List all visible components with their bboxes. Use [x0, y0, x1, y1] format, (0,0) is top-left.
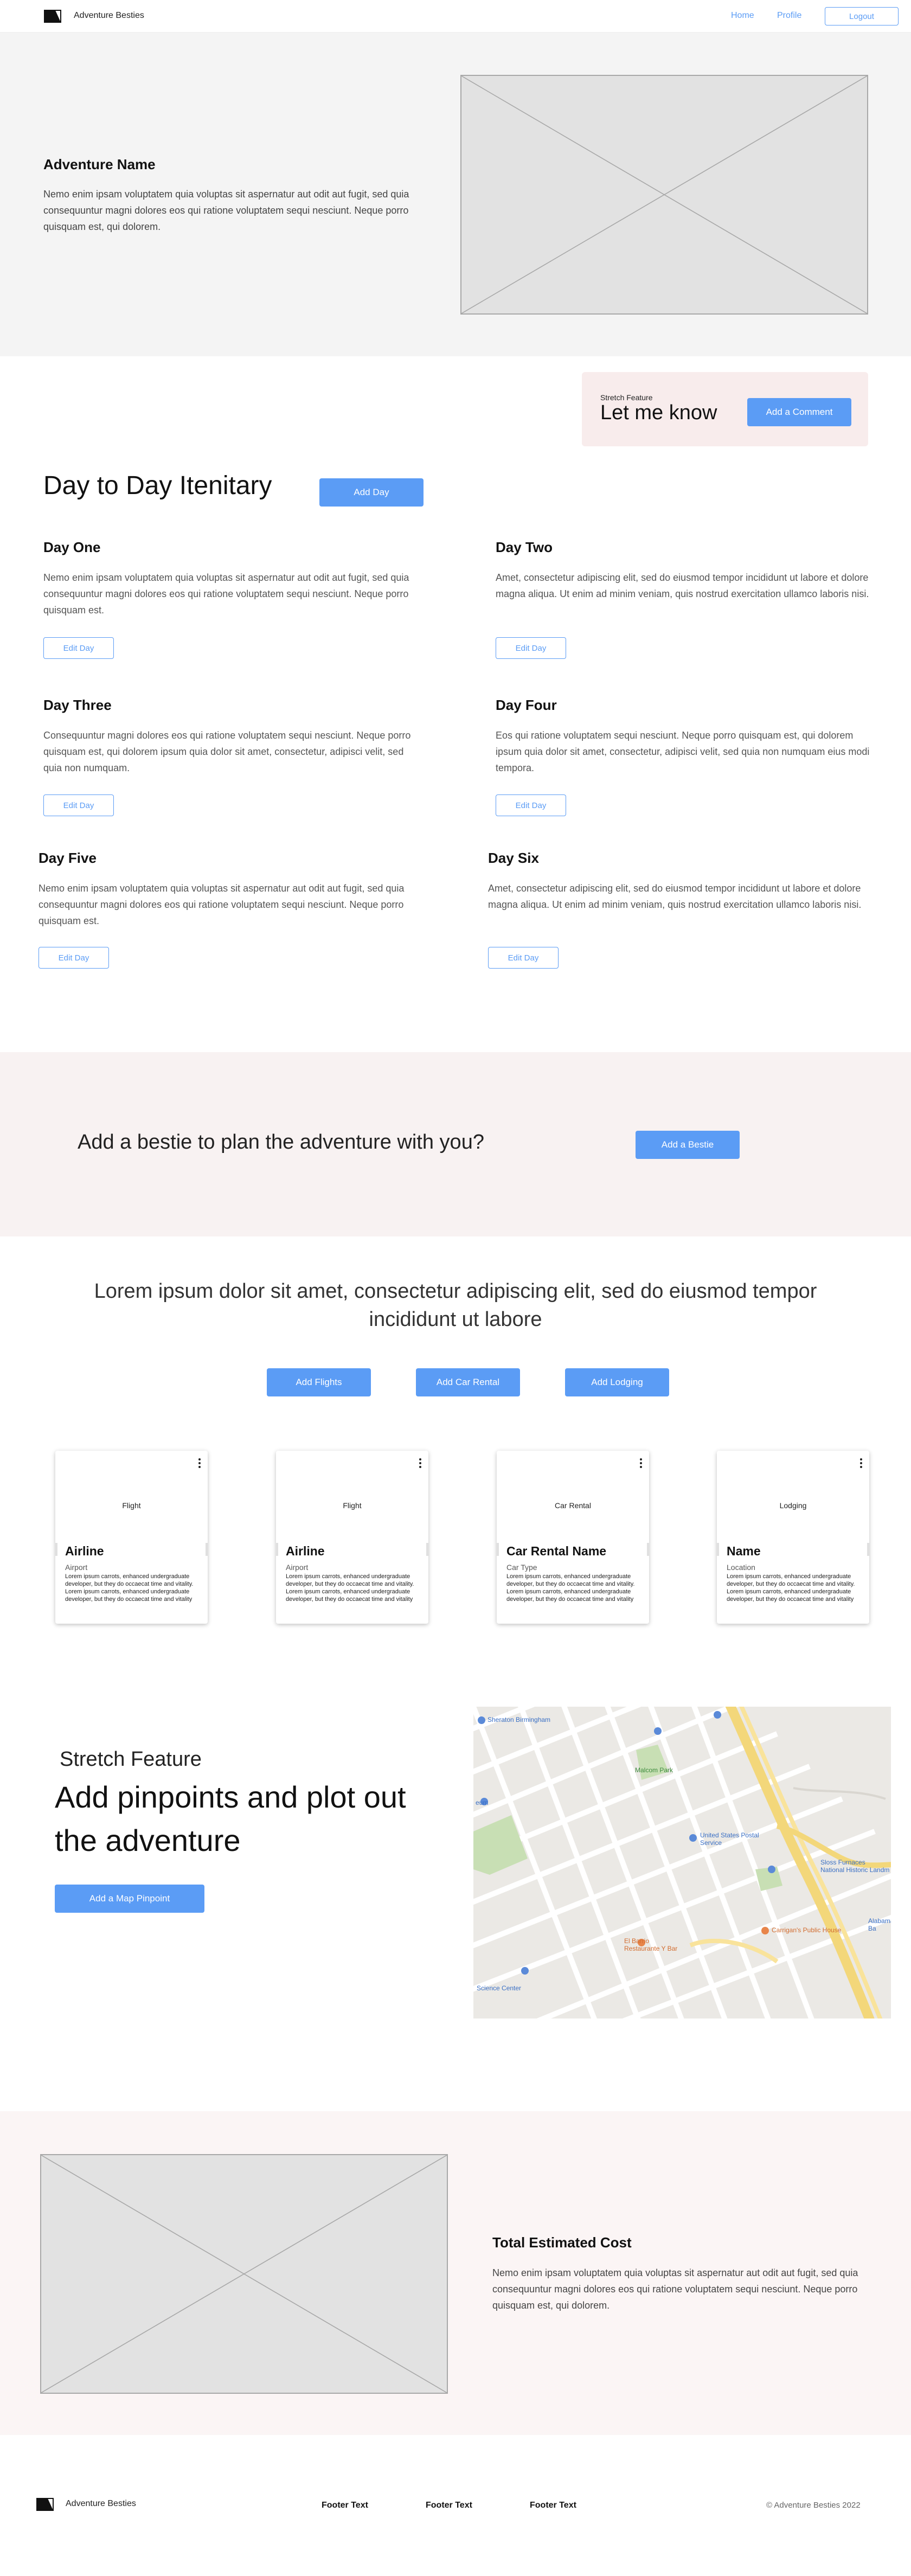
footer-link[interactable]: Footer Text [530, 2501, 576, 2510]
add-comment-button[interactable]: Add a Comment [747, 398, 851, 426]
map-label: Carrigan's Public House [772, 1926, 842, 1934]
copyright: © Adventure Besties 2022 [766, 2501, 861, 2510]
image-placeholder [460, 75, 868, 315]
map-label: United States Postal Service [700, 1831, 759, 1847]
card-edge [717, 1543, 719, 1556]
card-body: Lorem ipsum carrots, enhanced undergradu… [727, 1573, 855, 1603]
card-subtitle: Airport [286, 1563, 309, 1572]
add-day-button[interactable]: Add Day [319, 478, 424, 507]
footer-link[interactable]: Footer Text [322, 2501, 368, 2510]
map-label: Science Center [477, 1984, 522, 1992]
day-title: Day One [43, 539, 101, 555]
day-description: Nemo enim ipsam voluptatem quia voluptas… [39, 883, 405, 926]
map-view[interactable]: Sheraton Birmingham Malcom Park United S… [473, 1707, 891, 2018]
itinerary-title: Day to Day Itenitary [43, 471, 272, 500]
edit-day-button[interactable]: Edit Day [496, 794, 566, 816]
day-description: Consequuntur magni dolores eos qui ratio… [43, 730, 411, 773]
map-label: Sloss Furnaces National Historic Landm [820, 1859, 890, 1874]
nav-link-home[interactable]: Home [731, 11, 754, 21]
card-subtitle: Location [727, 1563, 755, 1572]
map-label: Alabama Ba [868, 1917, 891, 1932]
stretch-feature-label: Stretch Feature [60, 1748, 202, 1771]
card-body: Lorem ipsum carrots, enhanced undergradu… [506, 1573, 635, 1603]
cost-title: Total Estimated Cost [492, 2234, 632, 2251]
map-label: Sheraton Birmingham [487, 1716, 551, 1723]
day-title: Day Six [488, 850, 539, 866]
map-label: El Barrio Restaurante Y Bar [624, 1937, 678, 1952]
booking-card[interactable]: Flight Airline Airport Lorem ipsum carro… [55, 1451, 208, 1624]
card-subtitle: Car Type [506, 1563, 537, 1572]
adventure-title: Adventure Name [43, 156, 156, 172]
day-description: Nemo enim ipsam voluptatem quia voluptas… [43, 572, 409, 616]
comment-panel-title: Let me know [600, 401, 717, 424]
bookings-heading: Lorem ipsum dolor sit amet, consectetur … [94, 1280, 817, 1331]
card-edge [867, 1543, 869, 1556]
edit-day-button[interactable]: Edit Day [496, 637, 566, 659]
edit-day-button[interactable]: Edit Day [488, 947, 559, 969]
image-placeholder [40, 2154, 448, 2394]
footer-link[interactable]: Footer Text [426, 2501, 472, 2510]
add-bestie-prompt: Add a bestie to plan the adventure with … [78, 1131, 484, 1154]
card-media-label: Flight [122, 1501, 141, 1510]
more-vert-icon[interactable] [198, 1458, 201, 1470]
card-edge [276, 1543, 278, 1556]
footer-brand[interactable]: Adventure Besties [66, 2499, 136, 2509]
add-map-pinpoint-button[interactable]: Add a Map Pinpoint [55, 1885, 204, 1913]
card-title: Name [727, 1544, 761, 1558]
card-subtitle: Airport [65, 1563, 88, 1572]
booking-card[interactable]: Car Rental Car Rental Name Car Type Lore… [497, 1451, 649, 1624]
add-car-rental-button[interactable]: Add Car Rental [416, 1368, 520, 1396]
card-title: Car Rental Name [506, 1544, 607, 1558]
day-title: Day Two [496, 539, 553, 555]
card-media-label: Car Rental [555, 1501, 591, 1510]
card-media-label: Flight [343, 1501, 362, 1510]
card-title: Airline [65, 1544, 104, 1558]
day-title: Day Five [39, 850, 97, 866]
more-vert-icon[interactable] [859, 1458, 863, 1470]
brand-name[interactable]: Adventure Besties [74, 11, 144, 21]
map-label: Malcom Park [635, 1766, 673, 1774]
day-title: Day Three [43, 697, 112, 713]
day-description: Amet, consectetur adipiscing elit, sed d… [496, 572, 869, 599]
more-vert-icon[interactable] [639, 1458, 643, 1470]
edit-day-button[interactable]: Edit Day [43, 794, 114, 816]
card-edge [426, 1543, 428, 1556]
nav-link-profile[interactable]: Profile [777, 11, 801, 21]
card-body: Lorem ipsum carrots, enhanced undergradu… [286, 1573, 414, 1603]
map-label: eum [476, 1799, 489, 1806]
card-edge [206, 1543, 208, 1556]
logo-icon[interactable] [36, 2497, 54, 2511]
cost-description: Nemo enim ipsam voluptatem quia voluptas… [492, 2267, 858, 2311]
logo-icon[interactable] [43, 9, 62, 23]
card-edge [647, 1543, 649, 1556]
day-description: Eos qui ratione voluptatem sequi nesciun… [496, 730, 870, 773]
stretch-feature-label: Stretch Feature [600, 393, 653, 402]
card-media-label: Lodging [779, 1501, 807, 1510]
adventure-description: Nemo enim ipsam voluptatem quia voluptas… [43, 189, 409, 232]
booking-card[interactable]: Flight Airline Airport Lorem ipsum carro… [276, 1451, 428, 1624]
card-body: Lorem ipsum carrots, enhanced undergradu… [65, 1573, 194, 1603]
day-title: Day Four [496, 697, 557, 713]
add-flights-button[interactable]: Add Flights [267, 1368, 371, 1396]
day-description: Amet, consectetur adipiscing elit, sed d… [488, 883, 862, 910]
edit-day-button[interactable]: Edit Day [43, 637, 114, 659]
add-lodging-button[interactable]: Add Lodging [565, 1368, 669, 1396]
booking-card[interactable]: Lodging Name Location Lorem ipsum carrot… [717, 1451, 869, 1624]
card-edge [55, 1543, 57, 1556]
map-section-title: Add pinpoints and plot out the adventure [55, 1780, 406, 1857]
logout-button[interactable]: Logout [825, 7, 899, 25]
edit-day-button[interactable]: Edit Day [39, 947, 109, 969]
card-title: Airline [286, 1544, 325, 1558]
more-vert-icon[interactable] [419, 1458, 422, 1470]
add-bestie-button[interactable]: Add a Bestie [636, 1131, 740, 1159]
card-edge [497, 1543, 499, 1556]
